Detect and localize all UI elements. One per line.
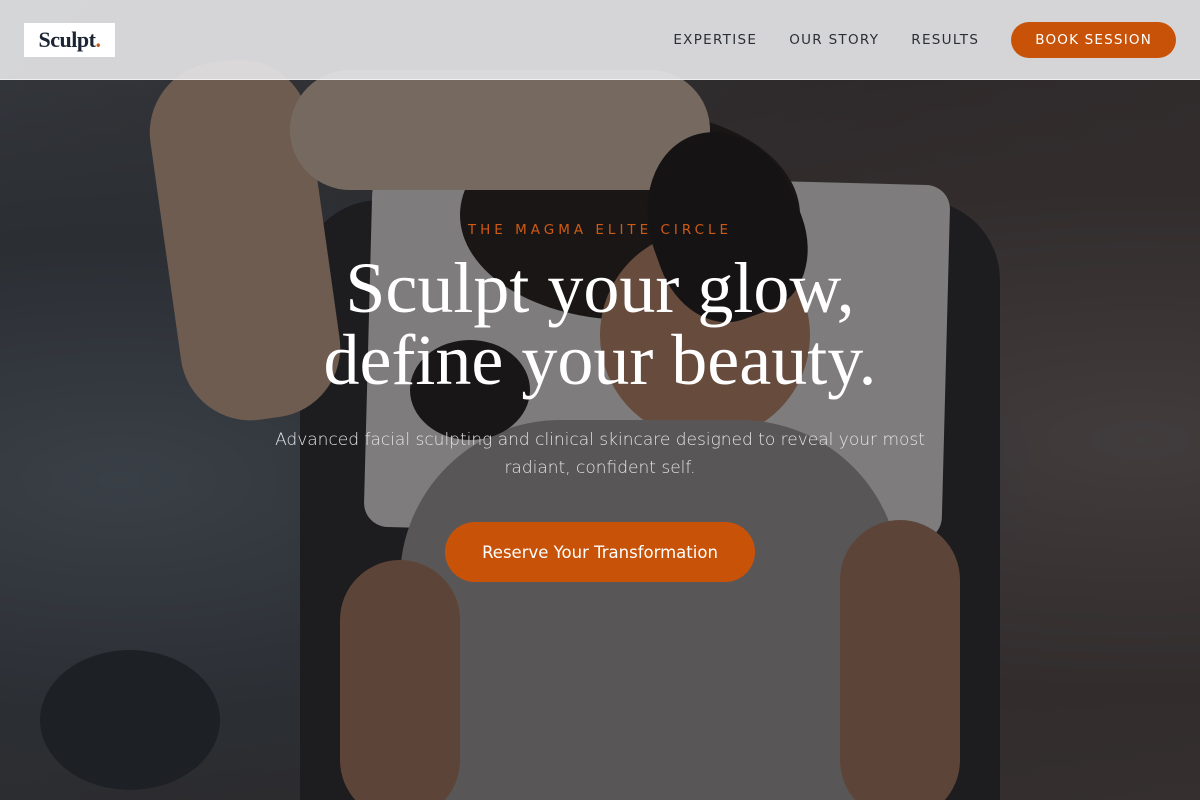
nav-link-results[interactable]: RESULTS [911,32,979,48]
nav-link-expertise[interactable]: EXPERTISE [673,32,757,48]
logo-text: Sculpt [38,27,96,52]
hero-section: THE MAGMA ELITE CIRCLE Sculpt your glow,… [0,200,1200,582]
hero-headline: Sculpt your glow, define your beauty. [0,252,1200,396]
site-header: Sculpt. EXPERTISE OUR STORY RESULTS BOOK… [0,0,1200,80]
headline-line-1: Sculpt your glow, [345,248,855,328]
landing-page: Sculpt. EXPERTISE OUR STORY RESULTS BOOK… [0,0,1200,800]
book-session-button[interactable]: BOOK SESSION [1011,22,1176,58]
main-nav: EXPERTISE OUR STORY RESULTS BOOK SESSION [673,22,1176,58]
hero-subtext: Advanced facial sculpting and clinical s… [275,430,925,478]
logo-dot: . [95,27,101,52]
headline-line-2: define your beauty. [323,320,877,400]
brand-logo[interactable]: Sculpt. [24,23,115,57]
hero-eyebrow: THE MAGMA ELITE CIRCLE [467,222,733,238]
reserve-transformation-button[interactable]: Reserve Your Transformation [445,522,755,582]
nav-link-our-story[interactable]: OUR STORY [789,32,879,48]
